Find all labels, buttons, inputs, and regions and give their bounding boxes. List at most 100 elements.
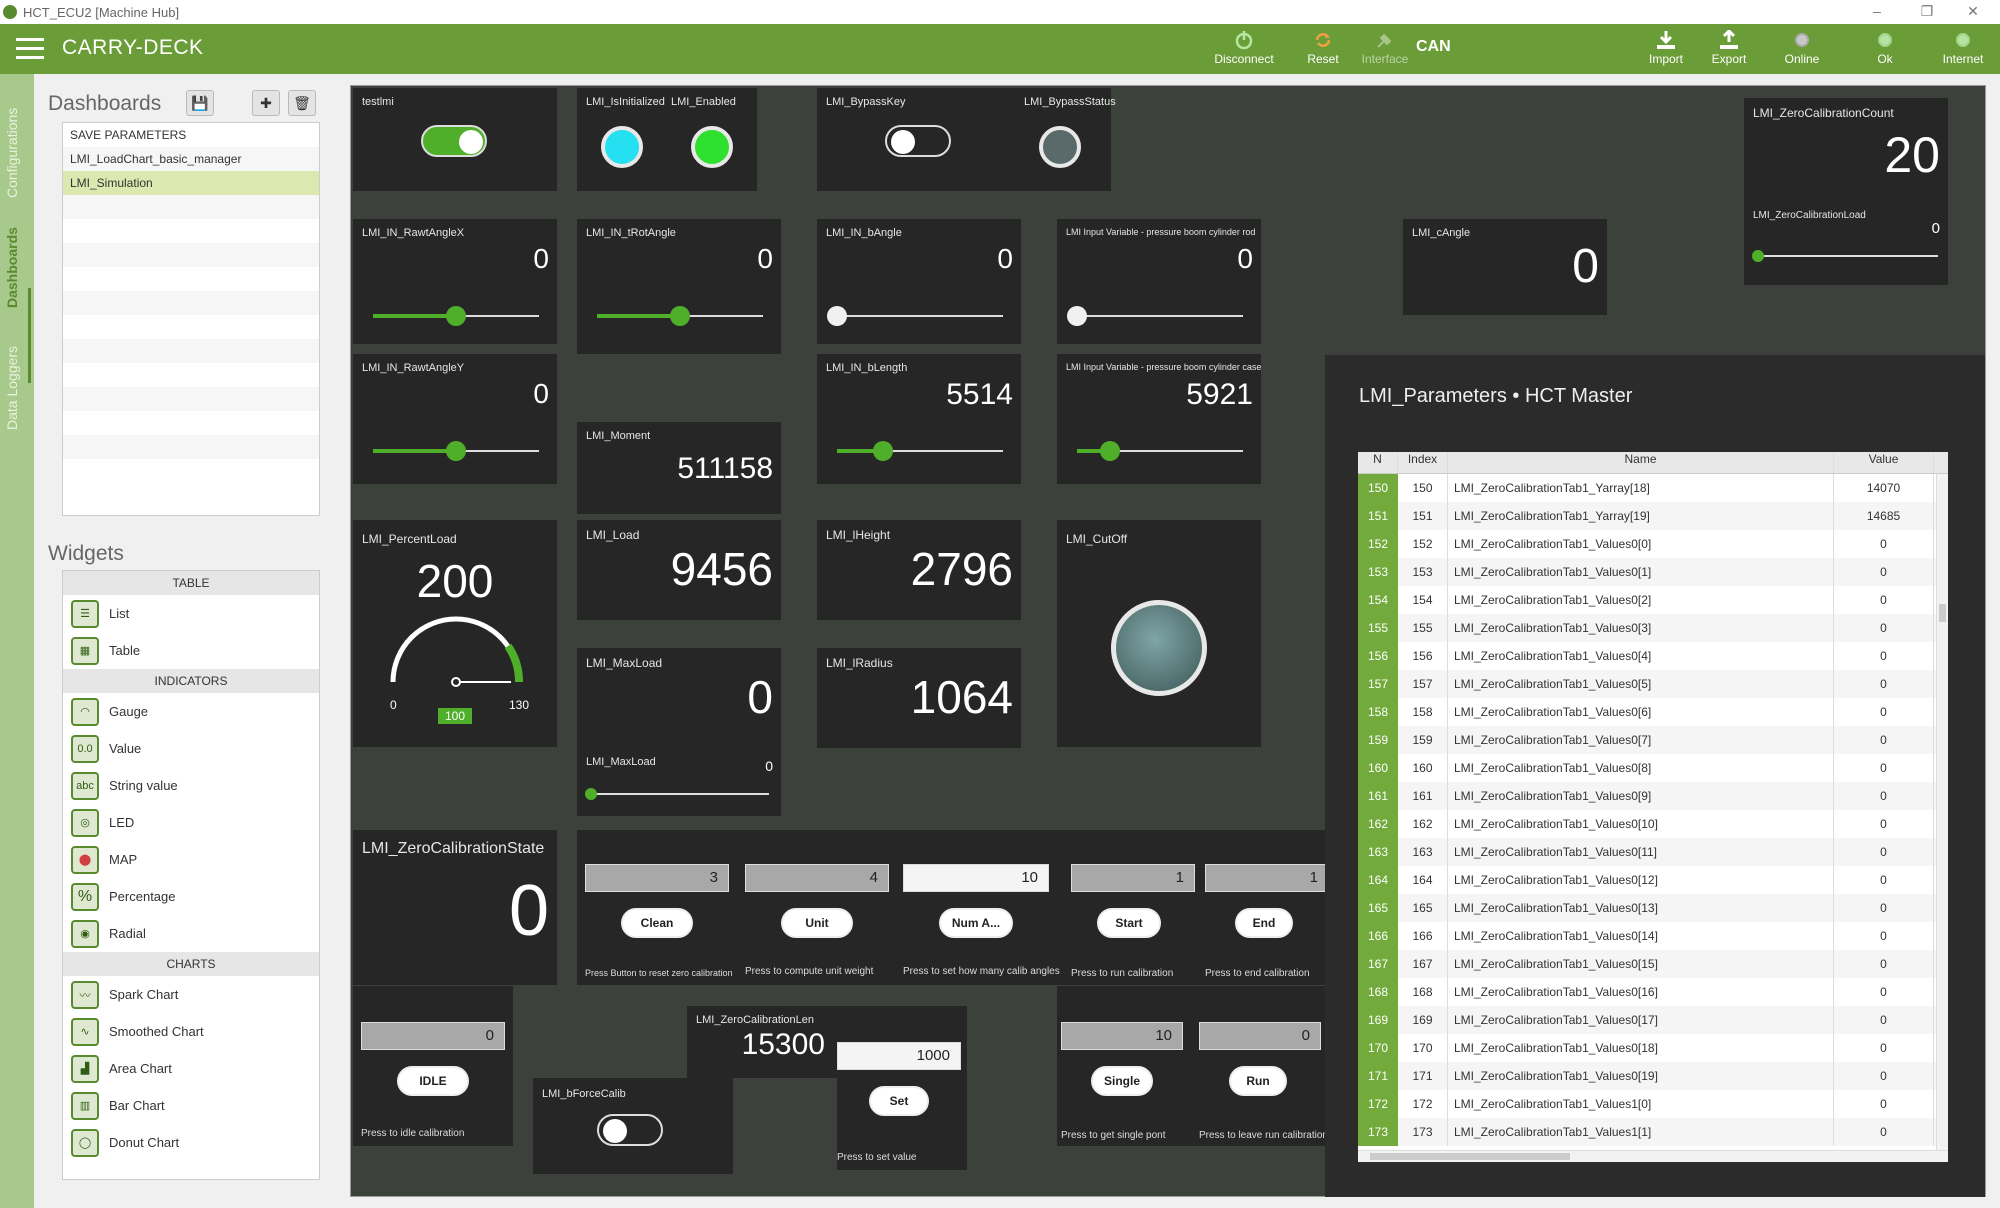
table-row[interactable]: 155 155 LMI_ZeroCalibrationTab1_Values0[3]… [1358, 614, 1948, 642]
pressure-case-slider[interactable] [1077, 441, 1243, 461]
close-button[interactable]: ✕ [1958, 0, 1988, 22]
blength-slider[interactable] [837, 441, 1003, 461]
save-dashboard-button[interactable]: 💾 [186, 90, 214, 116]
table-row[interactable]: 157 157 LMI_ZeroCalibrationTab1_Values0[5]… [1358, 670, 1948, 698]
idle-button[interactable]: IDLE [397, 1066, 469, 1096]
table-row[interactable]: 160 160 LMI_ZeroCalibrationTab1_Values0[8]… [1358, 754, 1948, 782]
table-row[interactable]: 165 165 LMI_ZeroCalibrationTab1_Values0[13… [1358, 894, 1948, 922]
widget-led[interactable]: ◎ LED [63, 804, 319, 841]
dashboard-item[interactable]: SAVE PARAMETERS [63, 123, 319, 147]
run-button[interactable]: Run [1229, 1066, 1287, 1096]
col-header-n[interactable]: N [1358, 452, 1398, 473]
table-row[interactable]: 167 167 LMI_ZeroCalibrationTab1_Values0[15… [1358, 950, 1948, 978]
widget-pressure-rod: LMI Input Variable - pressure boom cylin… [1057, 219, 1261, 344]
reset-button[interactable]: Reset [1288, 30, 1358, 66]
hamburger-menu-icon[interactable] [16, 38, 44, 60]
start-value-field[interactable]: 1 [1071, 864, 1195, 892]
horizontal-scrollbar[interactable] [1358, 1150, 1948, 1162]
table-row[interactable]: 152 152 LMI_ZeroCalibrationTab1_Values0[0]… [1358, 530, 1948, 558]
table-row[interactable]: 172 172 LMI_ZeroCalibrationTab1_Values1[0]… [1358, 1090, 1948, 1118]
single-value-field[interactable]: 10 [1061, 1022, 1183, 1050]
widget-table[interactable]: ▦ Table [63, 632, 319, 669]
col-header-value[interactable]: Value [1834, 452, 1934, 473]
table-row[interactable]: 151 151 LMI_ZeroCalibrationTab1_Yarray[19]… [1358, 502, 1948, 530]
table-row[interactable]: 173 173 LMI_ZeroCalibrationTab1_Values1[1]… [1358, 1118, 1948, 1146]
widget-gauge[interactable]: ◠ Gauge [63, 693, 319, 730]
zcl-slider[interactable] [1752, 250, 1938, 262]
table-row[interactable]: 164 164 LMI_ZeroCalibrationTab1_Values0[12… [1358, 866, 1948, 894]
table-row[interactable]: 166 166 LMI_ZeroCalibrationTab1_Values0[14… [1358, 922, 1948, 950]
bypasskey-toggle[interactable] [885, 125, 951, 157]
set-value-field[interactable]: 1000 [837, 1042, 961, 1070]
clean-value-field[interactable]: 3 [585, 864, 729, 892]
widget-string-value[interactable]: abc String value [63, 767, 319, 804]
clean-button[interactable]: Clean [621, 908, 693, 938]
dashboard-item[interactable]: LMI_LoadChart_basic_manager [63, 147, 319, 171]
interface-button[interactable]: Interface [1350, 30, 1420, 66]
widget-list[interactable]: ☰ List [63, 595, 319, 632]
single-button[interactable]: Single [1091, 1066, 1153, 1096]
table-row[interactable]: 163 163 LMI_ZeroCalibrationTab1_Values0[11… [1358, 838, 1948, 866]
scrollbar-thumb[interactable] [1939, 604, 1946, 622]
delete-dashboard-button[interactable]: 🗑 [288, 90, 316, 116]
tab-configurations[interactable]: Configurations [4, 108, 20, 198]
maxload-slider[interactable] [585, 788, 769, 800]
minimize-button[interactable]: – [1862, 0, 1892, 22]
table-row[interactable]: 150 150 LMI_ZeroCalibrationTab1_Yarray[18]… [1358, 474, 1948, 502]
table-row[interactable]: 158 158 LMI_ZeroCalibrationTab1_Values0[6]… [1358, 698, 1948, 726]
widget-radial[interactable]: ◉ Radial [63, 915, 319, 952]
start-button[interactable]: Start [1097, 908, 1161, 938]
clean-hint: Press Button to reset zero calibration [585, 968, 733, 978]
bangle-slider[interactable] [827, 306, 1003, 326]
end-value-field[interactable]: 1 [1205, 864, 1329, 892]
table-row[interactable]: 170 170 LMI_ZeroCalibrationTab1_Values0[18… [1358, 1034, 1948, 1062]
tab-data-loggers[interactable]: Data Loggers [4, 346, 20, 430]
table-row[interactable]: 168 168 LMI_ZeroCalibrationTab1_Values0[16… [1358, 978, 1948, 1006]
hscrollbar-thumb[interactable] [1370, 1153, 1570, 1160]
rawtangley-slider[interactable] [373, 441, 539, 461]
col-header-index[interactable]: Index [1398, 452, 1448, 473]
table-row[interactable]: 156 156 LMI_ZeroCalibrationTab1_Values0[4]… [1358, 642, 1948, 670]
idle-value-field[interactable]: 0 [361, 1022, 505, 1050]
table-row[interactable]: 171 171 LMI_ZeroCalibrationTab1_Values0[19… [1358, 1062, 1948, 1090]
table-row[interactable]: 169 169 LMI_ZeroCalibrationTab1_Values0[17… [1358, 1006, 1948, 1034]
table-row[interactable]: 159 159 LMI_ZeroCalibrationTab1_Values0[7]… [1358, 726, 1948, 754]
vertical-scrollbar[interactable] [1936, 474, 1948, 1150]
widget-map[interactable]: ⬤ MAP [63, 841, 319, 878]
import-button[interactable]: Import [1631, 30, 1701, 66]
end-button[interactable]: End [1235, 908, 1293, 938]
widget-percentage[interactable]: % Percentage [63, 878, 319, 915]
num-angles-value-field[interactable]: 10 [903, 864, 1049, 892]
widget-spark-chart[interactable]: 〰 Spark Chart [63, 976, 319, 1013]
col-header-name[interactable]: Name [1448, 452, 1834, 473]
pressure-rod-slider[interactable] [1067, 306, 1243, 326]
widget-bar-chart[interactable]: ▥ Bar Chart [63, 1087, 319, 1124]
widget-donut-chart[interactable]: ◯ Donut Chart [63, 1124, 319, 1161]
rawtanglex-slider[interactable] [373, 306, 539, 326]
set-button[interactable]: Set [869, 1086, 929, 1116]
table-row[interactable]: 162 162 LMI_ZeroCalibrationTab1_Values0[10… [1358, 810, 1948, 838]
maximize-button[interactable]: ❐ [1912, 0, 1942, 22]
dashboard-item-selected[interactable]: LMI_Simulation [63, 171, 319, 195]
unit-button[interactable]: Unit [781, 908, 853, 938]
table-row[interactable]: 154 154 LMI_ZeroCalibrationTab1_Values0[2]… [1358, 586, 1948, 614]
widget-smoothed-chart[interactable]: ∿ Smoothed Chart [63, 1013, 319, 1050]
num-angles-button[interactable]: Num A... [939, 908, 1013, 938]
cell-name: LMI_ZeroCalibrationTab1_Values0[2] [1448, 586, 1834, 614]
run-value-field[interactable]: 0 [1199, 1022, 1321, 1050]
disconnect-button[interactable]: Disconnect [1209, 30, 1279, 66]
widget-value: 0 [508, 871, 549, 951]
add-dashboard-button[interactable]: ✚ [252, 90, 280, 116]
export-button[interactable]: Export [1694, 30, 1764, 66]
widget-area-chart[interactable]: ▟ Area Chart [63, 1050, 319, 1087]
trotangle-slider[interactable] [597, 306, 763, 326]
cell-name: LMI_ZeroCalibrationTab1_Values0[9] [1448, 782, 1834, 810]
tab-dashboards[interactable]: Dashboards [4, 227, 20, 308]
bforcecalib-toggle[interactable] [597, 1114, 663, 1146]
table-row[interactable]: 161 161 LMI_ZeroCalibrationTab1_Values0[9]… [1358, 782, 1948, 810]
unit-value-field[interactable]: 4 [745, 864, 889, 892]
testlmi-toggle[interactable] [421, 125, 487, 157]
parameters-panel: LMI_Parameters • HCT Master N Index Name… [1325, 355, 1985, 1197]
table-row[interactable]: 153 153 LMI_ZeroCalibrationTab1_Values0[1]… [1358, 558, 1948, 586]
widget-value[interactable]: 0.0 Value [63, 730, 319, 767]
